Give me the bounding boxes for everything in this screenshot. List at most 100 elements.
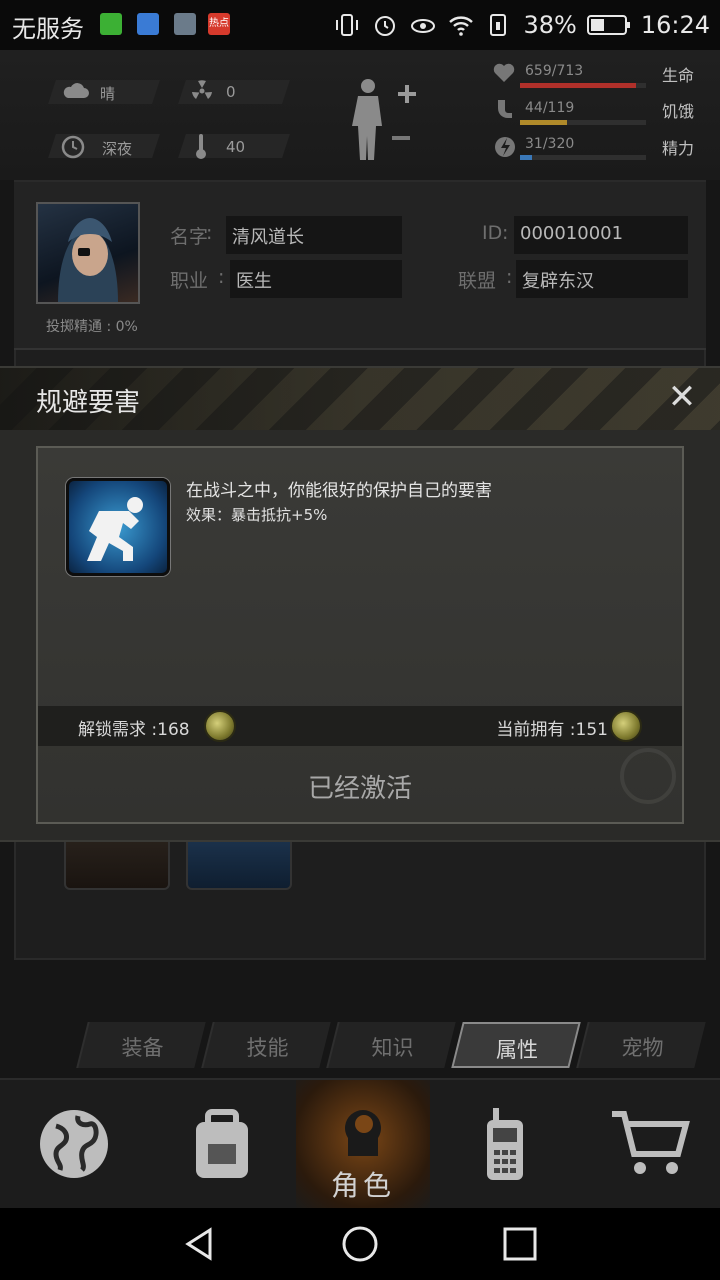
- cloud-icon: [63, 83, 89, 98]
- wifi-icon: [449, 16, 474, 36]
- alliance-colon: :: [506, 266, 513, 288]
- alliance-label: 联盟: [458, 270, 497, 292]
- alliance-field: 复辟东汉: [516, 260, 688, 298]
- energy-name: 精力: [662, 139, 695, 158]
- close-button[interactable]: ✕: [664, 380, 700, 416]
- globe-icon: [40, 1110, 108, 1178]
- owned-label: 当前拥有 :: [496, 720, 576, 740]
- hotspot-news-icon: 热点: [208, 13, 230, 35]
- health-bar-fill: [520, 83, 637, 88]
- vibrate-icon: [336, 14, 359, 36]
- battery-icon: [586, 15, 630, 35]
- clock: 16:24: [640, 11, 710, 39]
- backpack-icon: [196, 1109, 248, 1178]
- walkie-talkie-icon: [487, 1108, 523, 1180]
- throwing-mastery-text: 投掷精通 : 0%: [46, 319, 138, 335]
- health-label: 659/713: [525, 63, 584, 79]
- tab-pets[interactable]: 宠物: [576, 1022, 706, 1068]
- lightning-icon: [495, 137, 515, 157]
- bottle-cap-coin-icon: [610, 710, 642, 742]
- nav-character-label: 角色: [330, 1169, 395, 1202]
- tab-equipment[interactable]: 装备: [76, 1022, 206, 1068]
- sim-data-icon: [490, 14, 507, 36]
- system-nav-bar: [0, 1208, 720, 1280]
- unlock-requirement: 解锁需求 :168: [78, 715, 190, 740]
- radiation-watermark-icon: [620, 748, 676, 804]
- eye-comfort-icon: [411, 19, 436, 33]
- bottom-nav: 角色: [0, 1078, 720, 1208]
- home-icon[interactable]: [340, 1224, 380, 1264]
- dialog-title: 规避要害: [36, 388, 141, 418]
- id-field: 000010001: [514, 216, 688, 254]
- tab-knowledge-label: 知识: [371, 1036, 414, 1060]
- health-bar: [520, 83, 646, 88]
- owned-amount: 当前拥有 :151: [496, 715, 608, 740]
- battery-percent: 38%: [523, 11, 577, 39]
- bottle-cap-coin-icon: [204, 710, 236, 742]
- time-of-day-text: 深夜: [102, 140, 133, 158]
- avatar[interactable]: [36, 202, 140, 304]
- body-status-button[interactable]: [346, 76, 418, 162]
- crouching-figure-icon: [66, 478, 170, 576]
- tab-attributes-label: 属性: [496, 1038, 539, 1062]
- unlock-value: 168: [157, 720, 190, 740]
- tab-knowledge[interactable]: 知识: [326, 1022, 456, 1068]
- weather-text: 晴: [100, 85, 116, 103]
- energy-bar: [520, 155, 646, 160]
- top-stats-bar: 晴 0 深夜 40 659/713 生命 44/119 饥饿 31/320 精力: [0, 50, 720, 180]
- nav-inventory[interactable]: [148, 1080, 296, 1208]
- skill-card: 在战斗之中，你能很好的保护自己的要害 效果：暴击抵抗+5% 解锁需求 :168 …: [36, 446, 684, 824]
- clock-icon: [61, 135, 85, 159]
- crouching-figure-graphic: [87, 497, 143, 561]
- id-label: ID: [482, 222, 503, 244]
- skill-detail-dialog: 规避要害 ✕ 在战斗之中，你能很好的保护自己的要害 效果：暴击抵抗+5% 解锁需…: [0, 366, 720, 842]
- hunger-name: 饥饿: [662, 102, 695, 121]
- name-colon: :: [206, 222, 213, 244]
- tab-bar: 装备 技能 知识 属性 宠物: [74, 1022, 706, 1068]
- hunger-label: 44/119: [525, 100, 575, 116]
- recents-icon[interactable]: [500, 1224, 540, 1264]
- tab-attributes[interactable]: 属性: [451, 1022, 581, 1068]
- tab-skills[interactable]: 技能: [201, 1022, 331, 1068]
- owned-value: 151: [575, 720, 608, 740]
- id-colon: :: [502, 222, 509, 244]
- unlock-label: 解锁需求 :: [78, 720, 158, 740]
- hunger-bar: [520, 120, 646, 125]
- activated-status-button[interactable]: 已经激活: [38, 768, 682, 805]
- status-bar: 无服务 热点 38% 16:24: [0, 0, 720, 50]
- job-label: 职业: [170, 270, 209, 292]
- stomach-icon: [498, 100, 512, 118]
- character-head-icon: [345, 1110, 381, 1156]
- thermometer-icon: [196, 134, 206, 159]
- skill-description: 在战斗之中，你能很好的保护自己的要害: [186, 481, 492, 501]
- name-label: 名字: [170, 226, 209, 248]
- wechat-icon: [100, 13, 122, 35]
- job-colon: :: [218, 266, 225, 288]
- close-icon: ✕: [667, 377, 697, 417]
- nav-shop[interactable]: [580, 1080, 720, 1208]
- health-icon: [137, 13, 159, 35]
- shopping-cart-icon: [612, 1111, 690, 1174]
- radiation-icon: [192, 80, 212, 99]
- job-field: 医生: [230, 260, 402, 298]
- energy-label: 31/320: [525, 136, 575, 152]
- status-right: 38% 16:24: [333, 8, 710, 42]
- nav-radio[interactable]: [430, 1080, 580, 1208]
- skill-effect: 效果：暴击抵抗+5%: [186, 506, 328, 524]
- hunger-bar-fill: [520, 120, 567, 125]
- character-portrait-image: [58, 218, 118, 302]
- back-icon[interactable]: [180, 1224, 220, 1264]
- name-field: 清风道长: [226, 216, 402, 254]
- alarm-icon: [375, 16, 396, 36]
- cost-bar: 解锁需求 :168 当前拥有 :151: [38, 706, 682, 746]
- carrier-text: 无服务: [12, 15, 84, 43]
- heart-icon: [493, 63, 515, 82]
- tab-skills-label: 技能: [246, 1036, 289, 1060]
- nav-world[interactable]: [0, 1080, 148, 1208]
- nav-character[interactable]: 角色: [296, 1080, 430, 1208]
- temperature-value: 40: [226, 138, 246, 156]
- energy-bar-fill: [520, 155, 533, 160]
- gallery-icon: [174, 13, 196, 35]
- radiation-value: 0: [226, 83, 236, 101]
- tab-pets-label: 宠物: [621, 1036, 664, 1060]
